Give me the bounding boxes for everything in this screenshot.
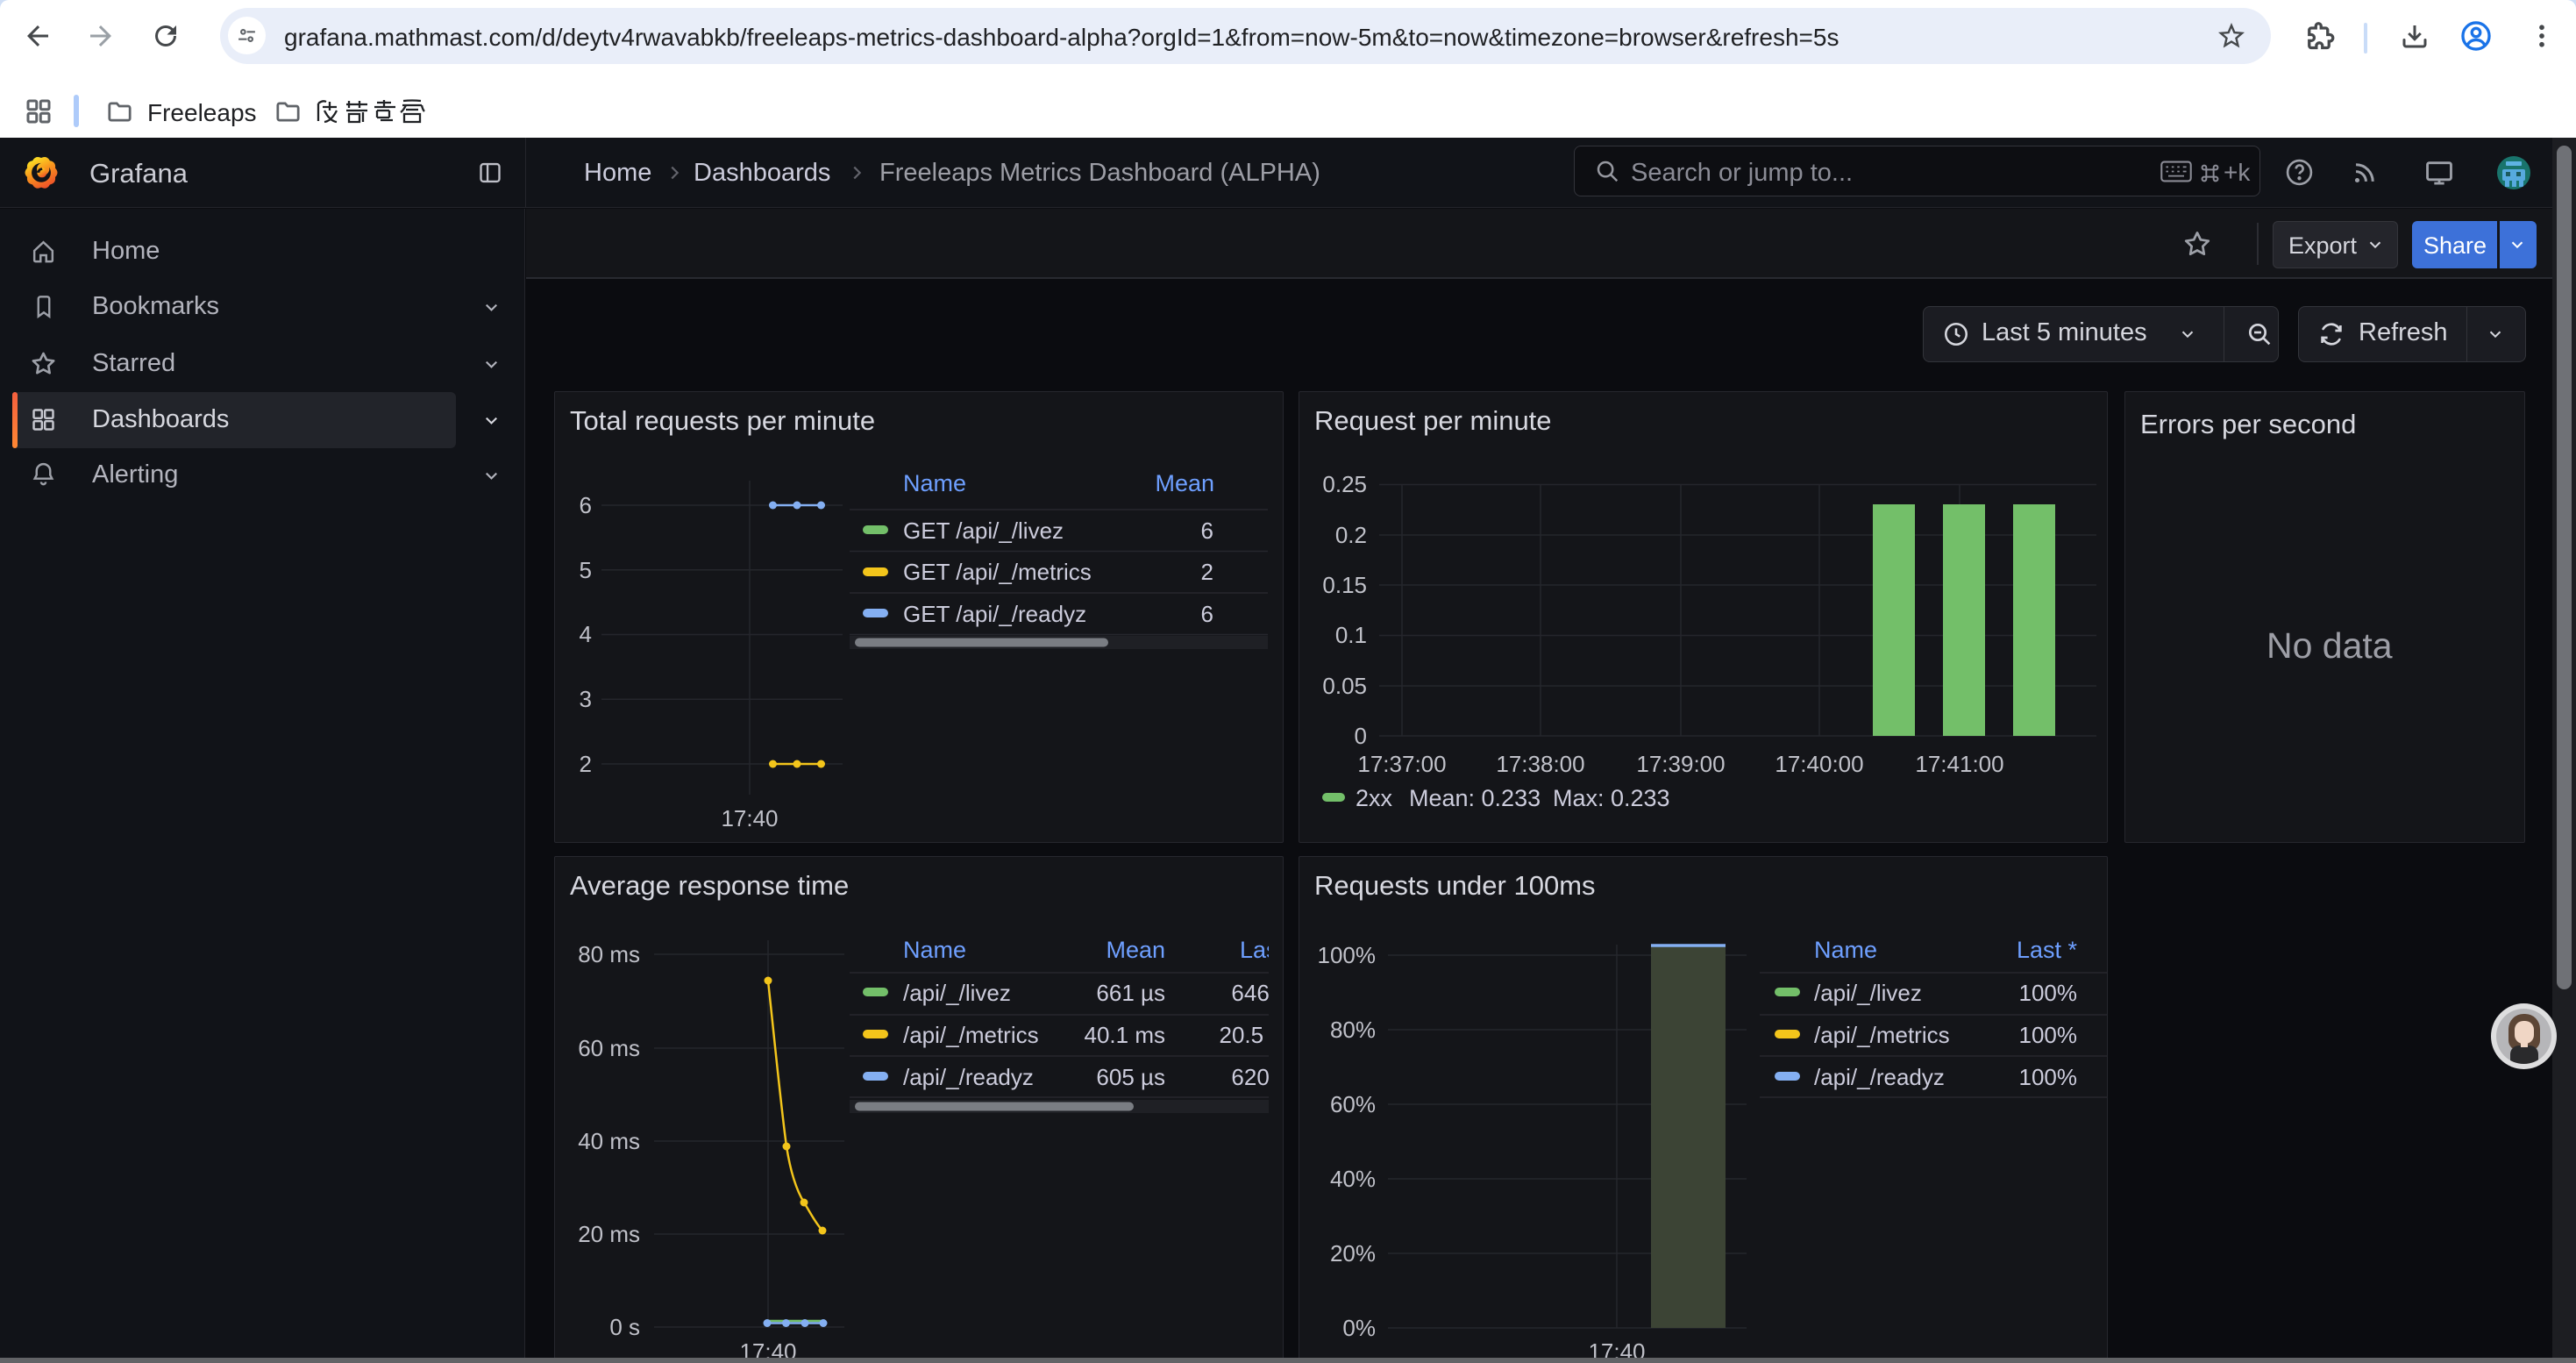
svg-text:6: 6 — [1201, 601, 1213, 627]
svg-text:80%: 80% — [1330, 1017, 1376, 1043]
svg-text:Name: Name — [903, 937, 966, 963]
svg-text:0.05: 0.05 — [1322, 673, 1367, 699]
svg-text:Name: Name — [1814, 937, 1877, 963]
svg-text:GET /api/_/readyz: GET /api/_/readyz — [903, 601, 1086, 627]
svg-text:20.5 ms: 20.5 ms — [1220, 1022, 1284, 1048]
svg-text:5: 5 — [580, 557, 592, 583]
svg-text:80 ms: 80 ms — [578, 941, 640, 967]
svg-text:40 ms: 40 ms — [578, 1128, 640, 1154]
svg-text:GET /api/_/livez: GET /api/_/livez — [903, 517, 1064, 544]
svg-text:17:41:00: 17:41:00 — [1915, 751, 2003, 777]
svg-text:2: 2 — [1201, 559, 1213, 585]
svg-text:/api/_/livez: /api/_/livez — [903, 980, 1011, 1006]
svg-text:2: 2 — [580, 751, 592, 777]
svg-text:Max: 0.233: Max: 0.233 — [1553, 785, 1670, 811]
svg-text:4: 4 — [580, 621, 592, 647]
svg-text:17:40: 17:40 — [721, 805, 778, 831]
svg-text:0.25: 0.25 — [1322, 471, 1367, 497]
svg-text:0%: 0% — [1342, 1315, 1376, 1341]
svg-text:20 ms: 20 ms — [578, 1221, 640, 1247]
svg-text:17:39:00: 17:39:00 — [1636, 751, 1725, 777]
svg-text:40.1 ms: 40.1 ms — [1085, 1022, 1166, 1048]
svg-text:Mean: 0.233: Mean: 0.233 — [1409, 785, 1541, 811]
svg-text:6: 6 — [1201, 517, 1213, 544]
svg-text:100%: 100% — [2019, 1064, 2078, 1090]
svg-text:Request per minute: Request per minute — [1314, 405, 1552, 436]
svg-text:Requests under 100ms: Requests under 100ms — [1314, 870, 1596, 901]
svg-text:620 µs: 620 µs — [1231, 1064, 1283, 1090]
svg-text:17:37:00: 17:37:00 — [1357, 751, 1446, 777]
svg-text:3: 3 — [580, 686, 592, 712]
svg-text:0 s: 0 s — [609, 1314, 640, 1340]
svg-text:Mean: Mean — [1155, 470, 1214, 496]
svg-text:0.15: 0.15 — [1322, 572, 1367, 598]
svg-text:/api/_/livez: /api/_/livez — [1814, 980, 1922, 1006]
svg-text:6: 6 — [580, 492, 592, 518]
svg-text:40%: 40% — [1330, 1166, 1376, 1192]
svg-text:/api/_/metrics: /api/_/metrics — [903, 1022, 1039, 1048]
svg-text:605 µs: 605 µs — [1096, 1064, 1165, 1090]
svg-text:0: 0 — [1355, 723, 1367, 749]
svg-text:100%: 100% — [1318, 942, 1377, 968]
svg-text:0.1: 0.1 — [1335, 622, 1367, 648]
svg-text:646 µs: 646 µs — [1231, 980, 1283, 1006]
svg-text:/api/_/readyz: /api/_/readyz — [1814, 1064, 1945, 1090]
svg-text:/api/_/readyz: /api/_/readyz — [903, 1064, 1034, 1090]
svg-text:100%: 100% — [2019, 1022, 2078, 1048]
svg-text:100%: 100% — [2019, 980, 2078, 1006]
svg-text:Average response time: Average response time — [570, 870, 849, 901]
svg-text:17:38:00: 17:38:00 — [1496, 751, 1584, 777]
svg-text:2xx: 2xx — [1356, 785, 1393, 811]
svg-text:60%: 60% — [1330, 1091, 1376, 1117]
svg-text:Total requests per minute: Total requests per minute — [570, 405, 875, 436]
svg-text:17:40: 17:40 — [739, 1338, 796, 1358]
svg-text:60 ms: 60 ms — [578, 1035, 640, 1061]
svg-text:Last *: Last * — [2017, 937, 2078, 963]
svg-text:Name: Name — [903, 470, 966, 496]
svg-text:/api/_/metrics: /api/_/metrics — [1814, 1022, 1950, 1048]
svg-text:0.2: 0.2 — [1335, 522, 1367, 548]
svg-text:17:40:00: 17:40:00 — [1775, 751, 1863, 777]
svg-text:17:40: 17:40 — [1588, 1338, 1645, 1358]
svg-text:Last *: Last * — [1240, 937, 1283, 963]
svg-text:20%: 20% — [1330, 1240, 1376, 1267]
svg-text:Mean: Mean — [1106, 937, 1165, 963]
svg-text:661 µs: 661 µs — [1096, 980, 1165, 1006]
svg-text:GET /api/_/metrics: GET /api/_/metrics — [903, 559, 1092, 585]
